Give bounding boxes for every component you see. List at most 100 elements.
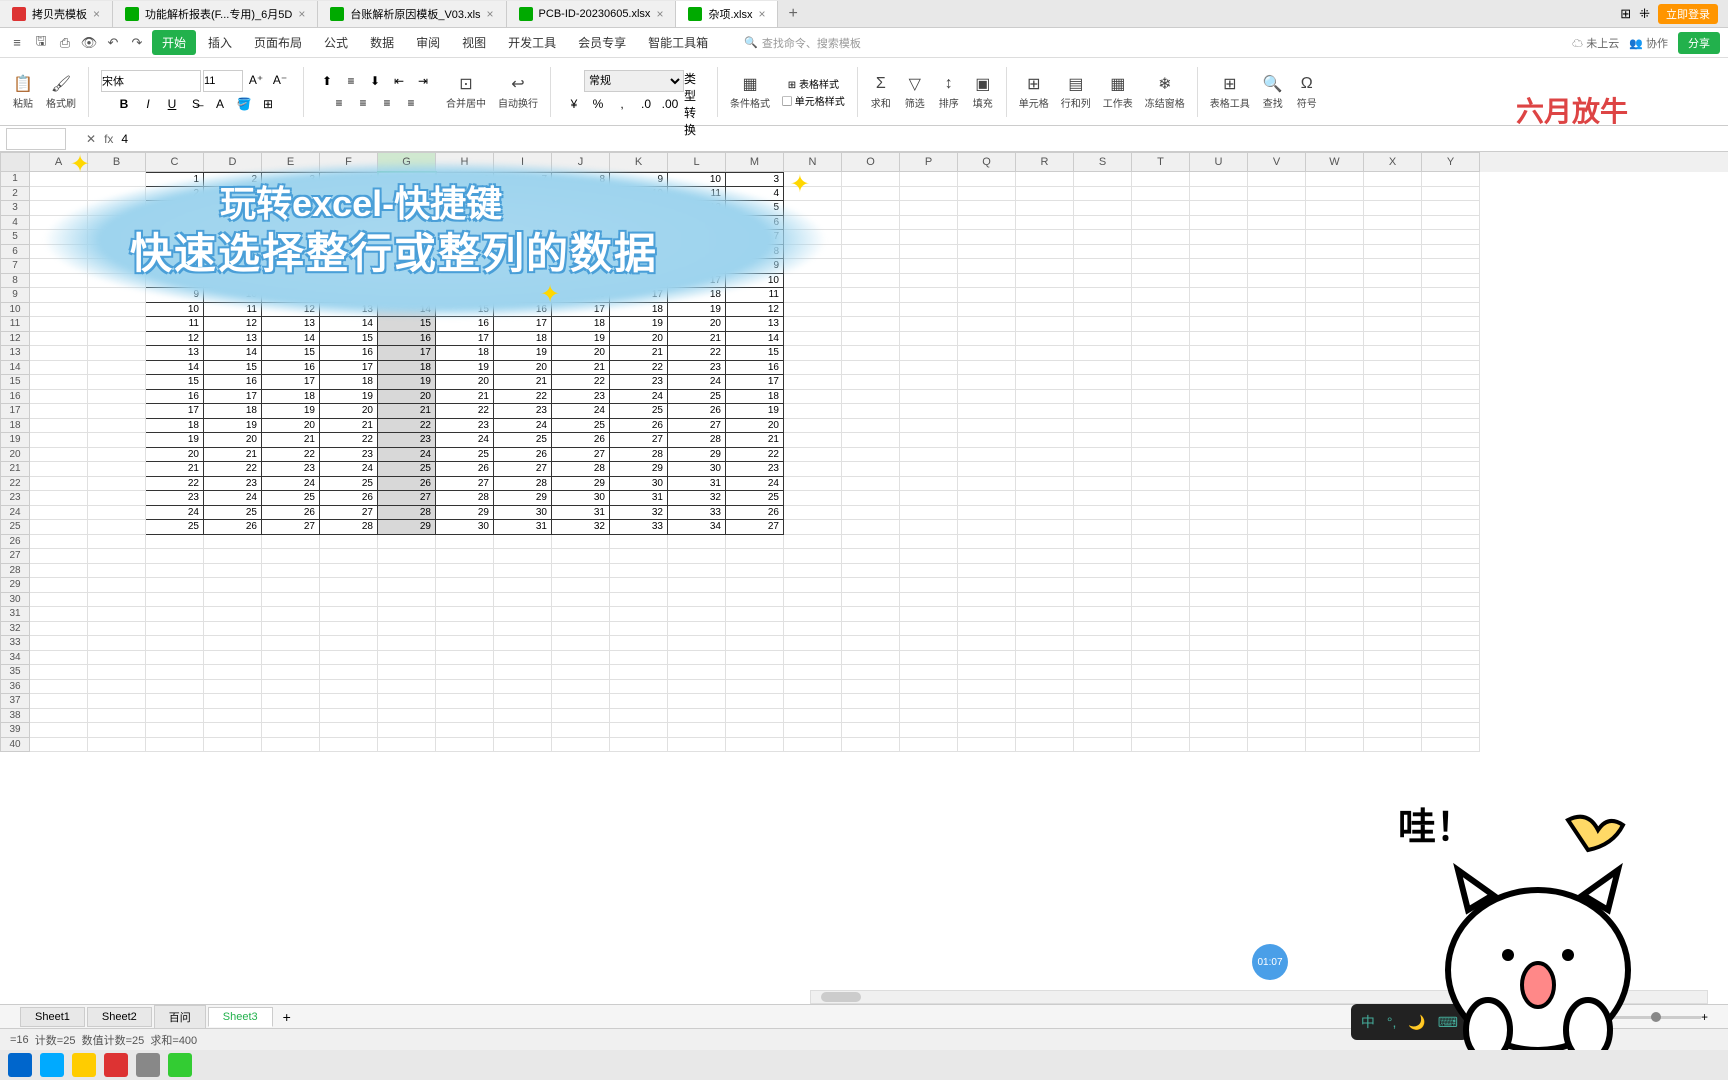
cell[interactable]: 33 <box>610 520 668 535</box>
taskbar-explorer-icon[interactable] <box>72 1053 96 1077</box>
cell[interactable] <box>726 578 784 593</box>
cell[interactable] <box>1074 187 1132 202</box>
cell[interactable] <box>1190 288 1248 303</box>
cell[interactable] <box>1248 375 1306 390</box>
rtab-home[interactable]: 开始 <box>152 30 196 55</box>
cell[interactable] <box>204 709 262 724</box>
cell[interactable] <box>958 491 1016 506</box>
cell[interactable] <box>784 520 842 535</box>
cell[interactable] <box>204 665 262 680</box>
cell[interactable]: 24 <box>378 448 436 463</box>
cell[interactable] <box>842 230 900 245</box>
cell[interactable] <box>1016 665 1074 680</box>
cell[interactable] <box>958 607 1016 622</box>
align-mid-icon[interactable]: ≡ <box>340 71 362 91</box>
cell[interactable]: 27 <box>320 506 378 521</box>
cell[interactable]: 24 <box>146 506 204 521</box>
cell[interactable]: 9 <box>320 245 378 260</box>
cell[interactable]: 18 <box>262 390 320 405</box>
cell[interactable] <box>320 549 378 564</box>
cell[interactable] <box>1132 259 1190 274</box>
cell[interactable] <box>30 622 88 637</box>
cell[interactable] <box>1074 564 1132 579</box>
cell[interactable]: 13 <box>436 274 494 289</box>
cell[interactable] <box>262 622 320 637</box>
cell[interactable] <box>842 346 900 361</box>
cell[interactable] <box>784 549 842 564</box>
cell[interactable]: 15 <box>436 303 494 318</box>
cell[interactable]: 5 <box>726 201 784 216</box>
cell[interactable] <box>610 709 668 724</box>
wrap-button[interactable]: ↩自动换行 <box>494 71 542 112</box>
cell[interactable]: 33 <box>668 506 726 521</box>
cell[interactable] <box>842 274 900 289</box>
cell[interactable]: 19 <box>262 404 320 419</box>
cell[interactable]: 26 <box>552 433 610 448</box>
cell[interactable] <box>30 230 88 245</box>
cell[interactable] <box>1248 680 1306 695</box>
cell[interactable] <box>900 245 958 260</box>
cell[interactable]: 25 <box>726 491 784 506</box>
cell[interactable] <box>204 636 262 651</box>
cell[interactable] <box>30 477 88 492</box>
cell[interactable]: 21 <box>146 462 204 477</box>
cell[interactable] <box>668 535 726 550</box>
cell[interactable] <box>378 636 436 651</box>
cell[interactable] <box>1306 680 1364 695</box>
cell[interactable]: 17 <box>494 317 552 332</box>
cell[interactable] <box>1364 187 1422 202</box>
cell[interactable] <box>1074 230 1132 245</box>
cell[interactable]: 10 <box>436 230 494 245</box>
cell[interactable] <box>88 578 146 593</box>
row-header[interactable]: 3 <box>0 201 30 216</box>
row-header[interactable]: 36 <box>0 680 30 695</box>
cell[interactable] <box>88 404 146 419</box>
cell[interactable] <box>378 680 436 695</box>
col-header-S[interactable]: S <box>1074 152 1132 172</box>
cell[interactable] <box>900 216 958 231</box>
cell[interactable] <box>494 738 552 753</box>
menu-icon[interactable]: ≡ <box>8 34 26 52</box>
cell[interactable] <box>1364 520 1422 535</box>
cell[interactable] <box>668 636 726 651</box>
row-header[interactable]: 23 <box>0 491 30 506</box>
cell[interactable] <box>784 709 842 724</box>
cell[interactable] <box>1190 709 1248 724</box>
row-header[interactable]: 28 <box>0 564 30 579</box>
cell[interactable] <box>30 593 88 608</box>
cell[interactable] <box>842 651 900 666</box>
cell[interactable] <box>1016 607 1074 622</box>
cell[interactable] <box>1422 346 1480 361</box>
cell[interactable] <box>494 694 552 709</box>
cell[interactable] <box>88 665 146 680</box>
cell[interactable] <box>958 288 1016 303</box>
cell[interactable] <box>378 622 436 637</box>
cell[interactable] <box>784 477 842 492</box>
cell[interactable] <box>1016 462 1074 477</box>
cell[interactable] <box>1074 346 1132 361</box>
cell[interactable]: 29 <box>494 491 552 506</box>
cell[interactable] <box>262 723 320 738</box>
fill-button[interactable]: ▣填充 <box>968 71 998 112</box>
cell[interactable] <box>1074 404 1132 419</box>
cell[interactable]: 25 <box>494 433 552 448</box>
cell[interactable] <box>1132 462 1190 477</box>
cell[interactable]: 7 <box>320 216 378 231</box>
cell[interactable] <box>1248 201 1306 216</box>
cell[interactable]: 14 <box>726 332 784 347</box>
cell[interactable]: 27 <box>378 491 436 506</box>
cell[interactable] <box>30 274 88 289</box>
cell[interactable]: 24 <box>610 390 668 405</box>
cell[interactable]: 10 <box>146 303 204 318</box>
cell[interactable] <box>726 738 784 753</box>
cell[interactable]: 18 <box>204 404 262 419</box>
cell[interactable] <box>668 549 726 564</box>
cloud-status[interactable]: ☁ 未上云 <box>1572 35 1619 51</box>
cell[interactable] <box>204 607 262 622</box>
cell[interactable]: 32 <box>552 520 610 535</box>
cell[interactable] <box>784 462 842 477</box>
cell[interactable] <box>88 636 146 651</box>
taskbar-app-icon[interactable] <box>8 1053 32 1077</box>
cell[interactable] <box>1074 332 1132 347</box>
cell[interactable] <box>1016 651 1074 666</box>
